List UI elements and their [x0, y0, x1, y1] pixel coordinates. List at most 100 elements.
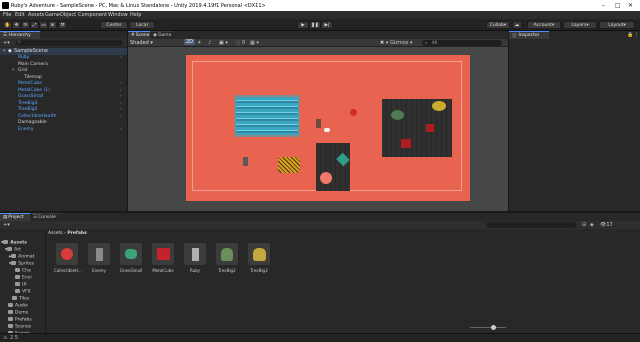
- tree-item-scenes[interactable]: Scenes: [8, 324, 31, 330]
- pause-button[interactable]: ❚❚: [309, 21, 321, 29]
- asset-ruby[interactable]: Ruby: [182, 243, 208, 277]
- scale-tool-button[interactable]: ⤢: [30, 21, 39, 29]
- breadcrumb-prefabs[interactable]: Prefabs: [67, 231, 86, 236]
- tree-item-animation[interactable]: ▸ Animat: [9, 254, 34, 260]
- account-dropdown[interactable]: Account ▾: [527, 21, 561, 29]
- shading-dropdown[interactable]: Shaded ▾: [130, 40, 153, 46]
- hand-tool-button[interactable]: ✋: [3, 21, 12, 29]
- tree-item-characters[interactable]: Cha: [15, 268, 31, 274]
- layers-dropdown[interactable]: Layers ▾: [563, 21, 597, 29]
- water-pool[interactable]: [234, 95, 300, 137]
- expand-arrow-icon[interactable]: ▾: [3, 48, 6, 54]
- scene-search-input[interactable]: ⌕ All: [422, 40, 502, 46]
- menu-edit[interactable]: Edit: [15, 12, 25, 18]
- rotate-tool-button[interactable]: ⟳: [21, 21, 30, 29]
- tab-hierarchy[interactable]: ☰ Hierarchy: [0, 31, 40, 39]
- move-tool-button[interactable]: ✥: [12, 21, 21, 29]
- custom-tool-button[interactable]: ⚒: [58, 21, 67, 29]
- tree-item-art[interactable]: ▾ Art: [5, 247, 21, 253]
- prefab-arrow-icon[interactable]: ›: [120, 81, 122, 86]
- ruby-sprite[interactable]: [316, 119, 321, 128]
- tab-console[interactable]: ☰ Console: [30, 213, 62, 221]
- scene-row[interactable]: ▾ ◆ SampleScene: [0, 48, 127, 55]
- menu-gameobject[interactable]: GameObject: [45, 12, 76, 18]
- tools-icon[interactable]: ✖ ▾: [380, 40, 388, 46]
- tab-scene[interactable]: # Scene: [128, 31, 150, 39]
- menu-window[interactable]: Window: [108, 12, 128, 18]
- close-icon[interactable]: ✕: [628, 2, 633, 9]
- prefab-arrow-icon[interactable]: ›: [120, 88, 122, 93]
- lighting-icon[interactable]: ☀: [197, 40, 201, 46]
- hier-item-grid[interactable]: Grid: [18, 68, 27, 73]
- expand-arrow-icon[interactable]: ▾: [12, 68, 14, 73]
- pivot-center-button[interactable]: Center: [100, 21, 128, 29]
- hier-item-treebig2[interactable]: TreeBig2: [18, 107, 37, 112]
- tree-item-tiles[interactable]: Tiles: [12, 296, 29, 302]
- zoom-slider-handle[interactable]: [491, 325, 496, 330]
- transform-tool-button[interactable]: ⊕: [48, 21, 57, 29]
- tree-item-assets[interactable]: ▾ Assets: [1, 240, 27, 246]
- menu-icon[interactable]: ⋮: [634, 32, 639, 38]
- filter-type-icon[interactable]: ⊟: [582, 222, 586, 228]
- tab-game[interactable]: ◉ Game: [150, 31, 174, 39]
- prefab-arrow-icon[interactable]: ›: [120, 101, 122, 106]
- asset-collectiblehealth[interactable]: CollectibleH...: [54, 243, 82, 277]
- tab-project[interactable]: ▤ Project: [0, 213, 30, 221]
- menu-assets[interactable]: Assets: [28, 12, 44, 18]
- asset-grasssmall[interactable]: GrassSmall: [118, 243, 144, 277]
- breadcrumb-assets[interactable]: Assets: [48, 231, 63, 236]
- menu-file[interactable]: File: [3, 12, 11, 18]
- minimize-icon[interactable]: –: [602, 2, 605, 9]
- enemy-sprite[interactable]: [243, 157, 248, 166]
- prefab-arrow-icon[interactable]: ›: [120, 94, 122, 99]
- bush-sprite[interactable]: [391, 110, 404, 120]
- hidden-count[interactable]: 👁17: [600, 222, 613, 228]
- collab-button[interactable]: Collab ▾: [486, 21, 510, 29]
- layout-dropdown[interactable]: Layout ▾: [599, 21, 635, 29]
- tree-item-demo[interactable]: Demo: [8, 310, 28, 316]
- pivot-local-button[interactable]: Local: [129, 21, 155, 29]
- hier-item-tilemap[interactable]: Tilemap: [24, 75, 42, 80]
- tree-item-vfx[interactable]: VFX: [15, 289, 31, 295]
- effects-icon[interactable]: ▣ ▾: [219, 40, 228, 46]
- maximize-icon[interactable]: □: [615, 2, 621, 9]
- asset-treebig2[interactable]: TreeBig2: [214, 243, 240, 277]
- tab-inspector[interactable]: ⓘ Inspector: [509, 31, 549, 39]
- tree-item-environment[interactable]: Envi: [15, 275, 32, 281]
- project-search-input[interactable]: [486, 222, 576, 228]
- prefab-arrow-icon[interactable]: ›: [120, 55, 122, 60]
- step-button[interactable]: ▶|: [321, 21, 333, 29]
- play-button[interactable]: ▶: [297, 21, 309, 29]
- hier-item-grasssmall[interactable]: GrassSmall: [18, 94, 43, 99]
- hidden-objects-icon[interactable]: ◌ 0: [236, 40, 245, 46]
- hier-item-metalcube[interactable]: MetalCube: [18, 81, 42, 86]
- hier-item-ruby[interactable]: Ruby: [18, 55, 29, 60]
- stone-platform-center[interactable]: [316, 143, 350, 191]
- add-icon[interactable]: +▾: [3, 40, 10, 46]
- filter-label-icon[interactable]: ◈: [590, 222, 594, 228]
- tree-item-prefabs[interactable]: Prefabs: [8, 317, 32, 323]
- scene-canvas[interactable]: [186, 55, 470, 201]
- hier-item-damageable[interactable]: Damageable: [18, 120, 47, 125]
- grid-icon[interactable]: ▦ ▾: [250, 40, 259, 46]
- hierarchy-search-input[interactable]: ⌕: [16, 39, 123, 46]
- prefab-arrow-icon[interactable]: ›: [120, 127, 122, 132]
- add-icon[interactable]: +▾: [3, 222, 10, 228]
- asset-metalcube[interactable]: MetalCube: [150, 243, 176, 277]
- hier-item-enemy[interactable]: Enemy: [18, 127, 34, 132]
- hier-item-treebig3[interactable]: TreeBig3: [18, 101, 37, 106]
- audio-icon[interactable]: ♪: [208, 40, 211, 46]
- asset-enemy[interactable]: Enemy: [86, 243, 112, 277]
- gizmos-dropdown[interactable]: Gizmos ▾: [390, 40, 413, 46]
- lock-icon[interactable]: 🔒: [627, 32, 633, 38]
- metal-cube-sprite[interactable]: [401, 139, 411, 148]
- zoom-slider-track[interactable]: [470, 327, 506, 328]
- tree-item-audio[interactable]: Audio: [8, 303, 28, 309]
- damageable-sprite[interactable]: [278, 157, 300, 173]
- hier-item-main-camera[interactable]: Main Camera: [18, 62, 48, 67]
- tree-yellow-sprite[interactable]: [432, 101, 446, 111]
- tree-item-ui[interactable]: UI: [15, 282, 27, 288]
- rect-tool-button[interactable]: ▭: [39, 21, 48, 29]
- menu-help[interactable]: Help: [130, 12, 141, 18]
- metal-cube-sprite[interactable]: [426, 124, 434, 132]
